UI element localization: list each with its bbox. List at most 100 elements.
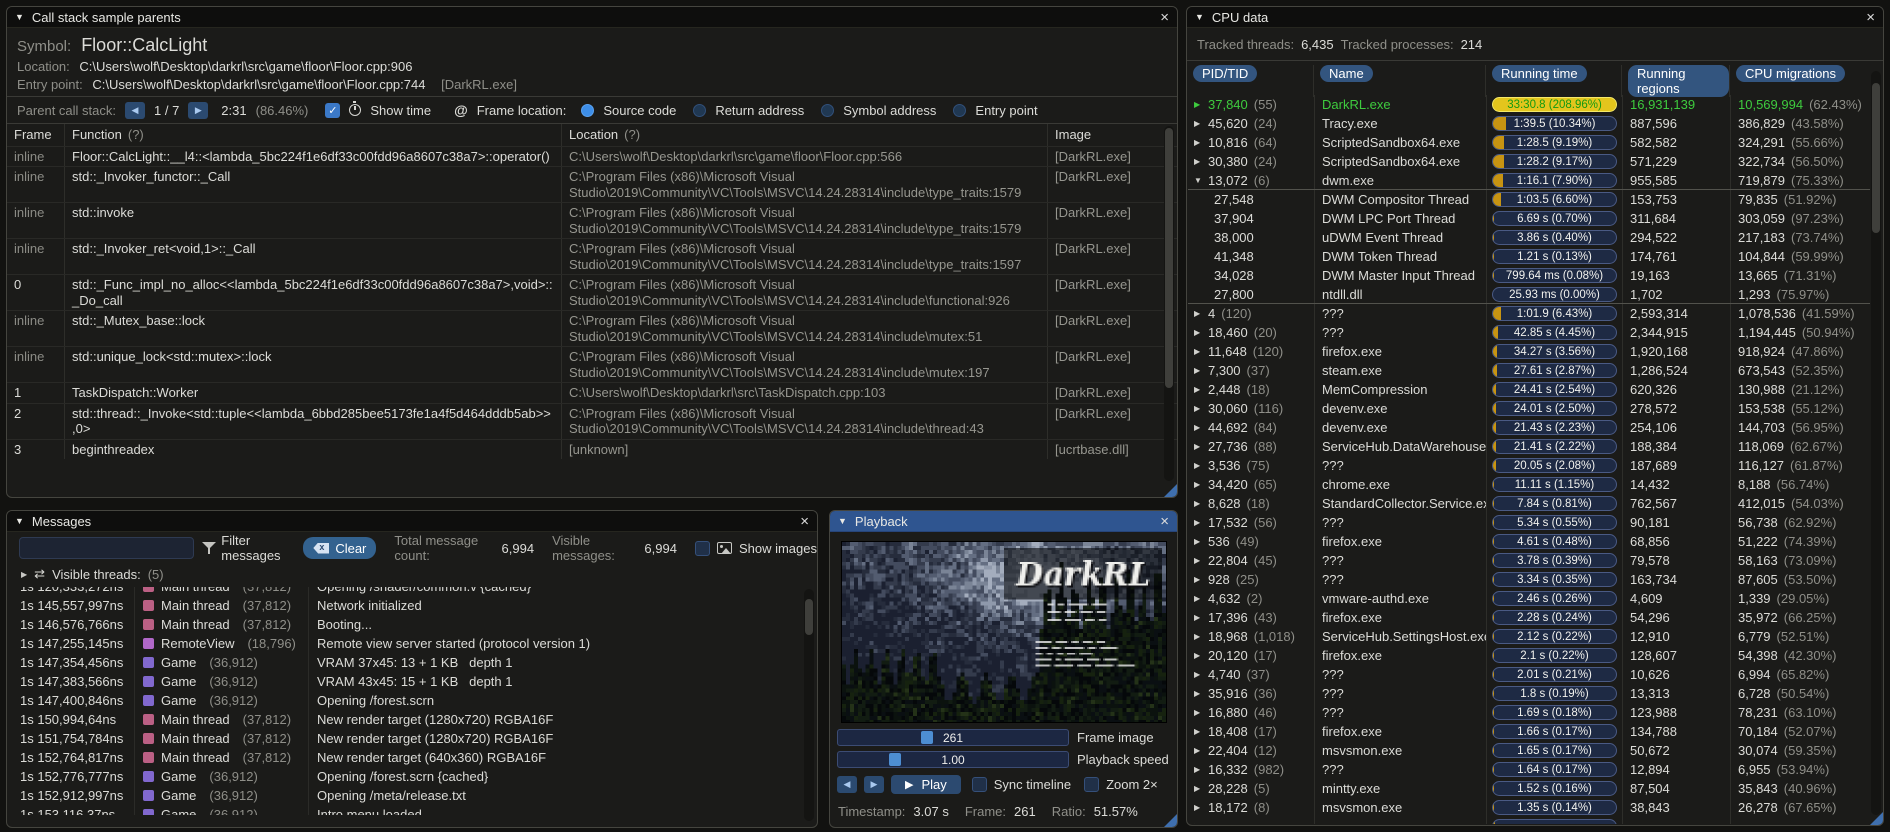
cpu-row[interactable]: ▶ 4,740 (37) ??? 2.01 s (0.21%) 10,626 6…	[1188, 665, 1870, 684]
callstack-row[interactable]: 1 TaskDispatch::Worker C:\Users\wolf\Des…	[7, 382, 1177, 403]
cpu-row[interactable]: ▶	[1188, 817, 1870, 824]
expand-icon[interactable]: ▶	[1194, 670, 1206, 679]
cpu-row[interactable]: 37,904 DWM LPC Port Thread 6.69 s (0.70%…	[1188, 209, 1870, 228]
cpu-row[interactable]: ▶ 8,628 (18) StandardCollector.Service.e…	[1188, 494, 1870, 513]
message-row[interactable]: 1s 151,754,784ns Main thread (37,812) Ne…	[8, 729, 816, 748]
cpu-row[interactable]: 34,028 DWM Master Input Thread 799.64 ms…	[1188, 266, 1870, 285]
expand-icon[interactable]: ▶	[1194, 309, 1206, 318]
expand-icon[interactable]: ▶	[1194, 651, 1206, 660]
cpu-row[interactable]: ▶ 928 (25) ??? 3.34 s (0.35%) 163,734 87…	[1188, 570, 1870, 589]
col-cpu-migrations[interactable]: CPU migrations	[1736, 65, 1846, 82]
cpu-row[interactable]: ▶ 7,300 (37) steam.exe 27.61 s (2.87%) 1…	[1188, 361, 1870, 380]
cpu-row[interactable]: 41,348 DWM Token Thread 1.21 s (0.13%) 1…	[1188, 247, 1870, 266]
close-icon[interactable]: ×	[1160, 514, 1169, 529]
cpu-row[interactable]: ▶ 30,060 (116) devenv.exe 24.01 s (2.50%…	[1188, 399, 1870, 418]
radio-source-code[interactable]	[581, 103, 595, 117]
col-running-regions[interactable]: Running regions	[1628, 65, 1729, 97]
frame-image-slider[interactable]: 261	[837, 729, 1069, 746]
expand-icon[interactable]: ▶	[1194, 556, 1206, 565]
cpu-row[interactable]: ▶ 45,620 (24) Tracy.exe 1:39.5 (10.34%) …	[1188, 114, 1870, 133]
message-row[interactable]: 1s 120,333,272ns Main thread (37,812) Op…	[8, 587, 816, 596]
cpu-row[interactable]: 38,000 uDWM Event Thread 3.86 s (0.40%) …	[1188, 228, 1870, 247]
expand-icon[interactable]: ▶	[1194, 822, 1206, 824]
prev-stack-button[interactable]: ◀	[125, 101, 145, 119]
callstack-row[interactable]: inline std::invoke C:\Program Files (x86…	[7, 202, 1177, 238]
expand-icon[interactable]: ▶	[1194, 385, 1206, 394]
cpu-row[interactable]: ▶ 22,404 (12) msvsmon.exe 1.65 s (0.17%)…	[1188, 741, 1870, 760]
play-button[interactable]: ▶ Play	[891, 775, 961, 794]
col-running-time[interactable]: Running time	[1492, 65, 1587, 82]
expand-icon[interactable]: ▶	[1194, 708, 1206, 717]
expand-icon[interactable]: ▶	[1194, 518, 1206, 527]
callstack-row[interactable]: 2 std::thread::_Invoke<std::tuple<<lambd…	[7, 402, 1177, 439]
callstack-scrollbar[interactable]	[1164, 126, 1174, 481]
messages-titlebar[interactable]: ▼ Messages ×	[7, 511, 817, 532]
cpu-scrollbar-thumb[interactable]	[1872, 83, 1880, 233]
callstack-row[interactable]: inline std::_Invoker_functor::_Call C:\P…	[7, 166, 1177, 202]
cpu-row[interactable]: ▶ 35,916 (36) ??? 1.8 s (0.19%) 13,313 6…	[1188, 684, 1870, 703]
expand-icon[interactable]: ▶	[21, 570, 27, 579]
collapse-icon[interactable]: ▼	[15, 516, 24, 526]
cpu-row[interactable]: ▶ 18,172 (8) msvsmon.exe 1.35 s (0.14%) …	[1188, 798, 1870, 817]
cpu-row[interactable]: ▶ 3,536 (75) ??? 20.05 s (2.08%) 187,689…	[1188, 456, 1870, 475]
cpu-row[interactable]: ▶ 2,448 (18) MemCompression 24.41 s (2.5…	[1188, 380, 1870, 399]
expand-icon[interactable]: ▶	[1194, 765, 1206, 774]
expand-icon[interactable]: ▶	[1194, 138, 1206, 147]
expand-icon[interactable]: ▶	[1194, 784, 1206, 793]
cpu-row[interactable]: ▶ 17,532 (56) ??? 5.34 s (0.55%) 90,181 …	[1188, 513, 1870, 532]
expand-icon[interactable]: ▶	[1194, 575, 1206, 584]
close-icon[interactable]: ×	[800, 514, 809, 529]
message-row[interactable]: 1s 152,776,777ns Game (36,912) Opening /…	[8, 767, 816, 786]
radio-entry-point[interactable]	[953, 103, 967, 117]
cpu-row[interactable]: 27,548 DWM Compositor Thread 1:03.5 (6.6…	[1188, 190, 1870, 209]
cpu-row[interactable]: ▶ 11,648 (120) firefox.exe 34.27 s (3.56…	[1188, 342, 1870, 361]
next-stack-button[interactable]: ▶	[188, 101, 209, 119]
cpu-row[interactable]: ▶ 44,692 (84) devenv.exe 21.43 s (2.23%)…	[1188, 418, 1870, 437]
cpu-row[interactable]: ▶ 17,396 (43) firefox.exe 2.28 s (0.24%)…	[1188, 608, 1870, 627]
expand-icon[interactable]: ▶	[1194, 613, 1206, 622]
cpu-row[interactable]: ▶ 16,332 (982) ??? 1.64 s (0.17%) 12,894…	[1188, 760, 1870, 779]
cpu-row[interactable]: ▶ 536 (49) firefox.exe 4.61 s (0.48%) 68…	[1188, 532, 1870, 551]
cpu-row[interactable]: ▶ 28,228 (5) mintty.exe 1.52 s (0.16%) 8…	[1188, 779, 1870, 798]
cpu-titlebar[interactable]: ▼ CPU data ×	[1187, 7, 1883, 28]
message-row[interactable]: 1s 147,400,846ns Game (36,912) Opening /…	[8, 691, 816, 710]
message-row[interactable]: 1s 150,994,64ns Main thread (37,812) New…	[8, 710, 816, 729]
message-row[interactable]: 1s 146,576,766ns Main thread (37,812) Bo…	[8, 615, 816, 634]
cpu-row[interactable]: ▶ 18,460 (20) ??? 42.85 s (4.45%) 2,344,…	[1188, 323, 1870, 342]
callstack-row[interactable]: inline std::unique_lock<std::mutex>::loc…	[7, 346, 1177, 382]
expand-icon[interactable]: ▶	[1194, 727, 1206, 736]
callstack-row[interactable]: inline std::_Invoker_ret<void,1>::_Call …	[7, 238, 1177, 274]
expand-icon[interactable]: ▶	[1194, 461, 1206, 470]
message-row[interactable]: 1s 152,912,997ns Game (36,912) Opening /…	[8, 786, 816, 805]
cpu-scrollbar[interactable]	[1871, 71, 1881, 815]
callstack-row[interactable]: inline std::_Mutex_base::lock C:\Program…	[7, 310, 1177, 346]
cpu-row[interactable]: ▶ 22,804 (45) ??? 3.78 s (0.39%) 79,578 …	[1188, 551, 1870, 570]
expand-icon[interactable]: ▶	[1194, 347, 1206, 356]
expand-icon[interactable]: ▶	[1194, 157, 1206, 166]
cpu-row[interactable]: ▼ 13,072 (6) dwm.exe 1:16.1 (7.90%) 955,…	[1188, 171, 1870, 190]
cpu-row[interactable]: ▶ 27,736 (88) ServiceHub.DataWarehouseHo…	[1188, 437, 1870, 456]
expand-icon[interactable]: ▶	[1194, 328, 1206, 337]
messages-scrollbar-thumb[interactable]	[805, 599, 813, 635]
resize-grip[interactable]	[1870, 812, 1883, 825]
sync-timeline-checkbox[interactable]: ✓	[971, 777, 987, 792]
playback-speed-slider[interactable]: 1.00	[837, 751, 1069, 768]
callstack-table-header[interactable]: Frame Function (?) Location (?) Image	[7, 124, 1177, 146]
show-images-checkbox[interactable]: ✓	[694, 540, 710, 556]
cpu-row[interactable]: ▶ 34,420 (65) chrome.exe 11.11 s (1.15%)…	[1188, 475, 1870, 494]
clear-button[interactable]: x Clear	[303, 537, 377, 559]
message-row[interactable]: 1s 153,116,37ns Game (36,912) Intro menu…	[8, 805, 816, 815]
resize-grip[interactable]	[1164, 484, 1177, 497]
radio-symbol-address[interactable]	[821, 103, 835, 117]
zoom-2x-checkbox[interactable]: ✓	[1084, 777, 1100, 792]
expand-icon[interactable]: ▶	[1194, 480, 1206, 489]
expand-icon[interactable]: ▶	[1194, 537, 1206, 546]
message-row[interactable]: 1s 147,255,145ns RemoteView (18,796) Rem…	[8, 634, 816, 653]
cpu-row[interactable]: ▶ 10,816 (64) ScriptedSandbox64.exe 1:28…	[1188, 133, 1870, 152]
expand-icon[interactable]: ▶	[1194, 442, 1206, 451]
expand-icon[interactable]: ▶	[1194, 100, 1206, 109]
expand-icon[interactable]: ▶	[1194, 119, 1206, 128]
resize-grip[interactable]	[1164, 814, 1177, 827]
callstack-row[interactable]: 3 beginthreadex [unknown] [ucrtbase.dll]	[7, 438, 1177, 459]
expand-icon[interactable]: ▶	[1194, 746, 1206, 755]
